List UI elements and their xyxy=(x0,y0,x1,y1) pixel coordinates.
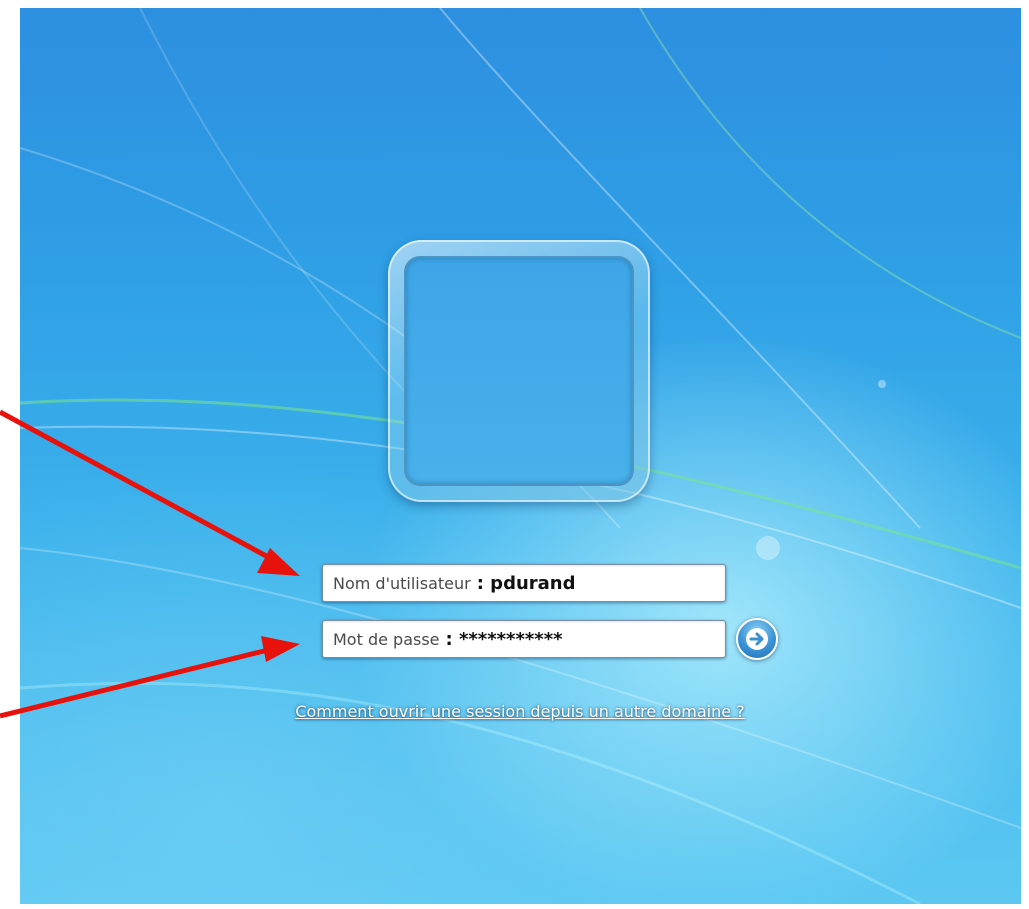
username-field[interactable]: Nom d'utilisateur : pdurand xyxy=(322,564,726,602)
user-picture-frame xyxy=(388,240,650,502)
logon-screen: Nom d'utilisateur : pdurand Mot de passe… xyxy=(20,8,1021,904)
password-value: : *********** xyxy=(445,628,563,650)
password-label: Mot de passe xyxy=(333,629,440,649)
password-field[interactable]: Mot de passe : *********** xyxy=(322,620,726,658)
username-value: : pdurand xyxy=(476,572,576,594)
user-picture xyxy=(404,256,634,486)
submit-button[interactable] xyxy=(736,618,778,660)
other-domain-link[interactable]: Comment ouvrir une session depuis un aut… xyxy=(250,702,790,721)
screenshot-canvas: Nom d'utilisateur : pdurand Mot de passe… xyxy=(0,0,1029,909)
username-label: Nom d'utilisateur xyxy=(333,573,471,593)
arrow-right-icon xyxy=(746,628,768,650)
